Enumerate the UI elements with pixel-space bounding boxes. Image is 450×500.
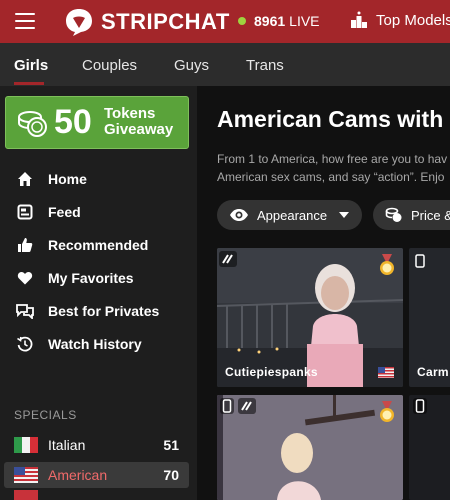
mobile-icon xyxy=(413,398,427,414)
sidebar-item-label: Feed xyxy=(48,204,81,220)
logo[interactable]: STRIPCHAT xyxy=(64,7,230,37)
feed-icon xyxy=(16,203,34,221)
tab-couples[interactable]: Couples xyxy=(82,57,137,74)
coins-icon xyxy=(18,111,47,137)
medal-icon xyxy=(380,401,394,422)
category-tabs: Girls Couples Guys Trans xyxy=(0,43,450,86)
chat-bubbles-icon xyxy=(16,302,34,320)
sidebar-item-feed[interactable]: Feed xyxy=(16,203,81,221)
usa-flag-icon xyxy=(14,467,38,483)
mobile-icon xyxy=(415,254,425,268)
sidebar-item-italian[interactable]: Italian 51 xyxy=(4,432,189,458)
hd-badge-icon xyxy=(238,398,256,414)
home-icon xyxy=(16,170,34,188)
giveaway-line1: Tokens xyxy=(104,105,156,122)
country-label: American xyxy=(48,467,108,483)
sidebar-item-watch-history[interactable]: Watch History xyxy=(16,335,142,353)
price-filter[interactable]: Price & xyxy=(373,200,450,230)
tokens-giveaway-banner[interactable]: 50 Tokens Giveaway xyxy=(5,96,189,149)
page-title: American Cams with G xyxy=(217,106,450,132)
model-card[interactable]: Cutiepiespanks xyxy=(217,248,403,387)
model-card[interactable] xyxy=(217,395,403,500)
country-label: Italian xyxy=(48,437,86,453)
active-tab-indicator xyxy=(14,82,44,85)
thumbs-up-icon xyxy=(16,236,34,254)
sidebar-item-label: My Favorites xyxy=(48,270,134,286)
medal-icon xyxy=(380,254,394,275)
hd-badge-icon xyxy=(219,251,237,267)
description-line-1: From 1 to America, how free are you to h… xyxy=(217,152,448,166)
sidebar-item-recommended[interactable]: Recommended xyxy=(16,236,148,254)
sidebar-item-my-favorites[interactable]: My Favorites xyxy=(16,269,134,287)
country-count: 70 xyxy=(163,467,179,483)
main-content: American Cams with G From 1 to America, … xyxy=(197,86,450,500)
heart-icon xyxy=(16,269,34,287)
history-icon xyxy=(16,335,34,353)
tab-trans[interactable]: Trans xyxy=(246,57,284,74)
live-dot-icon xyxy=(238,17,246,25)
sidebar-item-label: Best for Privates xyxy=(48,303,160,319)
giveaway-line2: Giveaway xyxy=(104,121,174,138)
filter-label: Price & xyxy=(411,207,450,223)
giveaway-text: Tokens Giveaway xyxy=(104,106,173,138)
filter-label: Appearance xyxy=(257,207,328,223)
country-count: 51 xyxy=(163,437,179,453)
page-description: From 1 to America, how free are you to h… xyxy=(217,150,447,186)
sidebar-item-label: Watch History xyxy=(48,336,142,352)
appearance-filter[interactable]: Appearance xyxy=(217,200,362,230)
sidebar-item-label: Home xyxy=(48,171,87,187)
sidebar-item-best-for-privates[interactable]: Best for Privates xyxy=(16,302,159,320)
italy-flag-icon xyxy=(14,437,38,453)
brand-name: STRIPCHAT xyxy=(101,9,230,34)
usa-flag-icon xyxy=(378,367,394,378)
tab-guys[interactable]: Guys xyxy=(174,57,209,74)
sidebar-item-home[interactable]: Home xyxy=(16,170,87,188)
model-card[interactable] xyxy=(409,395,450,500)
sidebar: 50 Tokens Giveaway Home Feed Recommended … xyxy=(0,86,197,500)
mobile-icon xyxy=(220,398,234,414)
chevron-down-icon xyxy=(339,212,350,218)
eye-icon xyxy=(230,209,248,221)
live-counter: 8961 LIVE xyxy=(238,13,320,29)
live-label: LIVE xyxy=(289,13,320,29)
top-models-link[interactable]: Top Models xyxy=(350,11,450,29)
description-line-2: American sex cams, and say “action”. Enj… xyxy=(217,170,445,184)
sidebar-item-label: Recommended xyxy=(48,237,149,253)
logo-icon xyxy=(64,7,94,37)
model-name: Carm xyxy=(417,365,449,379)
flag-icon xyxy=(14,490,38,500)
podium-icon xyxy=(351,11,367,28)
live-count: 8961 xyxy=(254,13,286,29)
tab-girls[interactable]: Girls xyxy=(14,57,48,74)
model-card[interactable]: Carm xyxy=(409,248,450,387)
top-models-label: Top Models xyxy=(376,11,450,29)
specials-heading: SPECIALS xyxy=(14,408,77,422)
sidebar-item-american[interactable]: American 70 xyxy=(4,462,189,488)
hamburger-menu-icon[interactable] xyxy=(15,13,35,29)
coins-icon xyxy=(385,207,402,222)
model-name: Cutiepiespanks xyxy=(225,365,318,379)
sidebar-item-partial[interactable] xyxy=(4,490,189,500)
giveaway-number: 50 xyxy=(54,103,92,141)
top-bar: STRIPCHAT 8961 LIVE Top Models xyxy=(0,0,450,43)
